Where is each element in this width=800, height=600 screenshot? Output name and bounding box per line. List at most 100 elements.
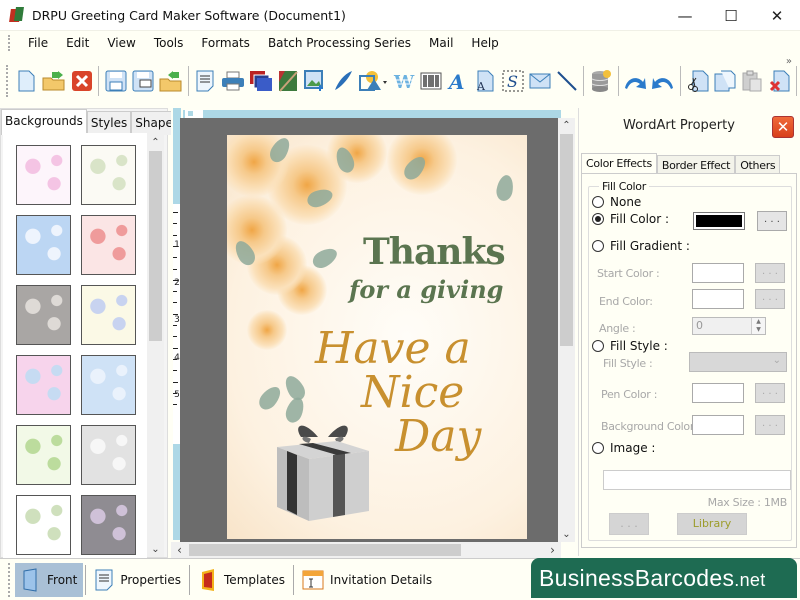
menu-help[interactable]: Help: [462, 36, 507, 50]
radio-image[interactable]: Image :: [592, 441, 655, 455]
card-text-thanks[interactable]: Thanks: [363, 231, 506, 273]
tab-invitation-details[interactable]: Invitation Details: [296, 563, 438, 597]
scroll-thumb[interactable]: [189, 544, 461, 556]
background-thumbnail-sparkles[interactable]: [81, 495, 136, 555]
tab-front[interactable]: Front: [15, 562, 84, 597]
wordart-button[interactable]: W: [392, 68, 415, 94]
toolbar-overflow-button[interactable]: »: [786, 56, 792, 67]
radio-fill-style[interactable]: Fill Style :: [592, 339, 668, 353]
text-properties-button[interactable]: A: [474, 68, 497, 94]
start-color-swatch[interactable]: [692, 263, 744, 283]
close-panel-button[interactable]: ✕: [772, 116, 794, 138]
tab-others[interactable]: Others: [735, 155, 781, 173]
database-button[interactable]: [589, 68, 612, 94]
insert-image-button[interactable]: [304, 68, 327, 94]
background-button[interactable]: [277, 68, 300, 94]
menu-mail[interactable]: Mail: [420, 36, 462, 50]
fill-color-browse-button[interactable]: . . .: [757, 211, 787, 231]
menu-edit[interactable]: Edit: [57, 36, 98, 50]
background-thumbnail-heart-flowers[interactable]: [81, 425, 136, 485]
radio-circle[interactable]: [592, 340, 604, 352]
tab-styles[interactable]: Styles: [86, 111, 132, 135]
greeting-card[interactable]: Thanks for a giving Have a Nice Day: [227, 135, 527, 539]
minimize-button[interactable]: —: [662, 0, 708, 31]
radio-circle[interactable]: [592, 442, 604, 454]
canvas-vertical-scrollbar[interactable]: ⌃ ⌄: [558, 118, 575, 542]
pen-color-swatch[interactable]: [692, 383, 744, 403]
copy-button[interactable]: [714, 68, 737, 94]
background-color-browse-button[interactable]: . . .: [755, 415, 785, 435]
radio-circle[interactable]: [592, 196, 604, 208]
canvas-horizontal-scrollbar[interactable]: ‹ ›: [171, 542, 561, 558]
paste-button[interactable]: [741, 68, 764, 94]
left-panel-scrollbar[interactable]: ⌃ ⌄: [147, 135, 164, 557]
image-path-field[interactable]: [603, 470, 791, 490]
background-thumbnail-flower-row[interactable]: [81, 285, 136, 345]
scroll-thumb[interactable]: [149, 151, 162, 341]
scroll-down-icon[interactable]: ⌄: [558, 529, 575, 540]
text-button[interactable]: A: [447, 68, 470, 94]
scroll-right-icon[interactable]: ›: [544, 543, 561, 557]
tab-templates[interactable]: Templates: [192, 563, 291, 597]
background-thumbnail-baby-doodles[interactable]: [16, 145, 71, 205]
cut-button[interactable]: [686, 68, 709, 94]
export-button[interactable]: [159, 68, 183, 94]
redo-button[interactable]: [651, 68, 675, 94]
fill-color-swatch[interactable]: [693, 212, 745, 230]
signature-button[interactable]: [331, 68, 354, 94]
mail-button[interactable]: [528, 68, 551, 94]
tab-properties[interactable]: Properties: [88, 563, 187, 597]
radio-circle[interactable]: [592, 240, 604, 252]
scroll-up-icon[interactable]: ⌃: [147, 137, 164, 148]
radio-fill-gradient[interactable]: Fill Gradient :: [592, 239, 690, 253]
scroll-up-icon[interactable]: ⌃: [558, 120, 575, 131]
delete-button[interactable]: [768, 68, 791, 94]
background-thumbnail-christmas-trees[interactable]: [16, 425, 71, 485]
menu-view[interactable]: View: [98, 36, 144, 50]
menu-batch-processing[interactable]: Batch Processing Series: [259, 36, 420, 50]
background-thumbnail-strawberries[interactable]: [81, 215, 136, 275]
pen-color-browse-button[interactable]: . . .: [755, 383, 785, 403]
card-text-for-a-giving[interactable]: for a giving: [349, 275, 503, 304]
close-document-button[interactable]: [70, 68, 93, 94]
scroll-left-icon[interactable]: ‹: [171, 543, 188, 557]
background-thumbnail-gray-petals[interactable]: [16, 285, 71, 345]
print-button[interactable]: [221, 68, 245, 94]
styled-text-button[interactable]: S: [501, 68, 524, 94]
start-color-browse-button[interactable]: . . .: [755, 263, 785, 283]
angle-spinner[interactable]: 0 ▲ ▼: [692, 317, 766, 335]
radio-circle-selected[interactable]: [592, 213, 604, 225]
end-color-browse-button[interactable]: . . .: [755, 289, 785, 309]
close-window-button[interactable]: ✕: [754, 0, 800, 31]
maximize-button[interactable]: ☐: [708, 0, 754, 31]
background-thumbnail-green-hearts[interactable]: [16, 495, 71, 555]
menu-file[interactable]: File: [19, 36, 57, 50]
background-thumbnail-sky-clouds[interactable]: [16, 215, 71, 275]
background-thumbnail-pastel-floral[interactable]: [16, 355, 71, 415]
toolbar-grip[interactable]: [6, 65, 9, 97]
background-thumbnail-snowflakes[interactable]: [81, 355, 136, 415]
tab-color-effects[interactable]: Color Effects: [581, 153, 657, 173]
menu-formats[interactable]: Formats: [192, 36, 259, 50]
scroll-thumb[interactable]: [560, 134, 573, 346]
shapes-button[interactable]: [358, 68, 388, 94]
undo-button[interactable]: [623, 68, 647, 94]
background-thumbnail-baby-sketch[interactable]: [81, 145, 136, 205]
fill-style-dropdown[interactable]: ⌄: [689, 352, 787, 372]
barcode-button[interactable]: [419, 68, 442, 94]
properties-button[interactable]: [193, 68, 216, 94]
line-button[interactable]: [555, 68, 578, 94]
save-as-button[interactable]: [131, 68, 154, 94]
library-button[interactable]: Library: [677, 513, 747, 535]
open-button[interactable]: [42, 68, 66, 94]
tab-border-effect[interactable]: Border Effect: [656, 155, 736, 173]
radio-fill-color[interactable]: Fill Color :: [592, 212, 669, 226]
menu-tools[interactable]: Tools: [145, 36, 193, 50]
spinner-arrows-icon[interactable]: ▲ ▼: [751, 318, 765, 334]
radio-none[interactable]: None: [592, 195, 641, 209]
end-color-swatch[interactable]: [692, 289, 744, 309]
menu-grip[interactable]: [8, 35, 11, 51]
background-color-swatch[interactable]: [692, 415, 744, 435]
scroll-down-icon[interactable]: ⌄: [147, 544, 164, 555]
gift-box-image[interactable]: [273, 411, 373, 523]
